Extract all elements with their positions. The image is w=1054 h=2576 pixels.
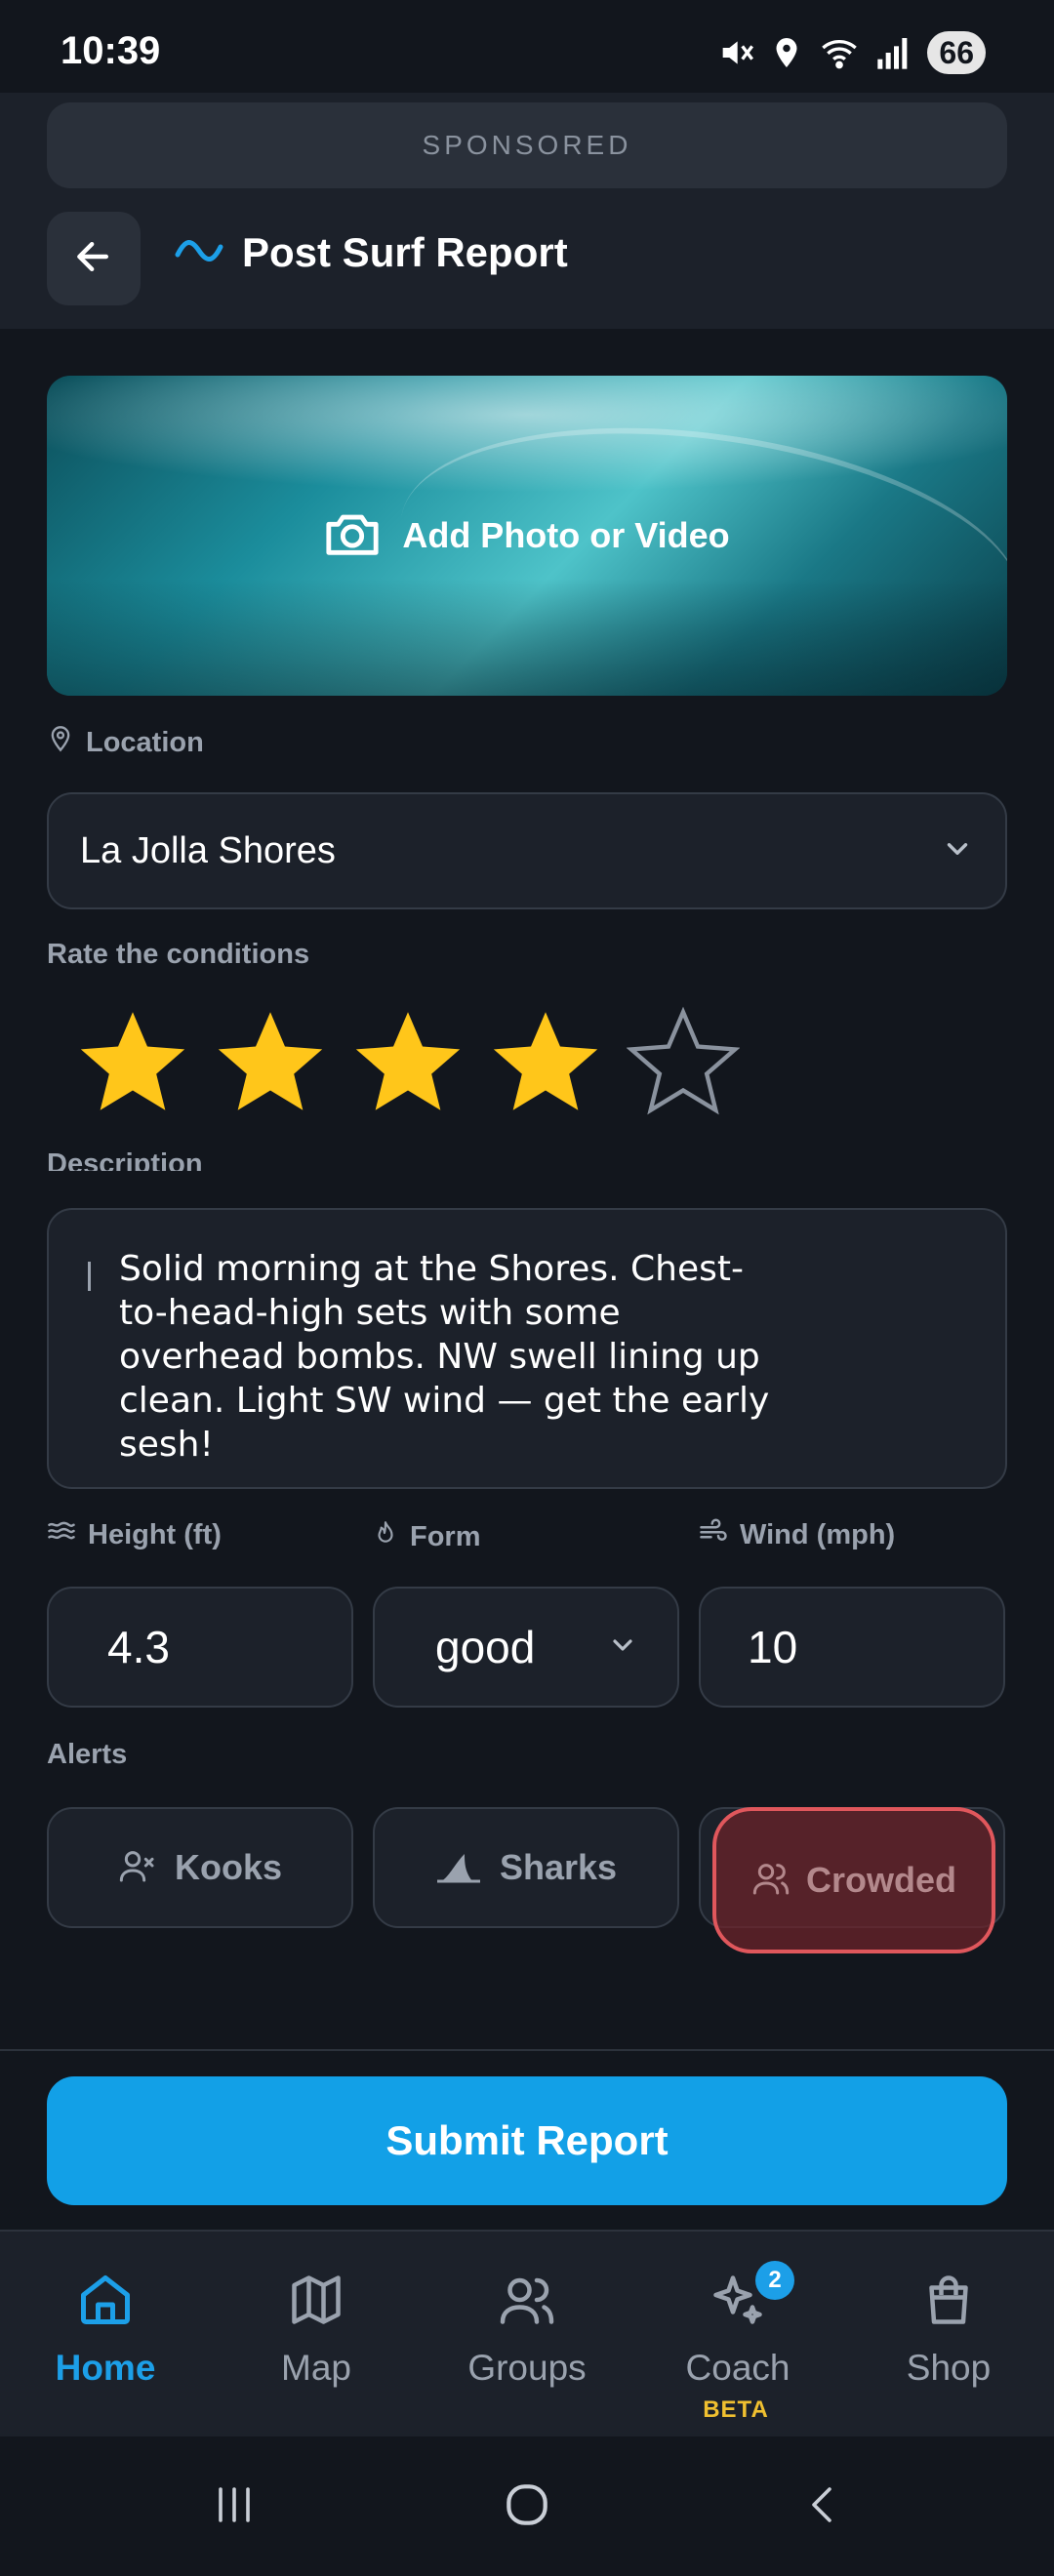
chevron-down-icon <box>941 832 974 870</box>
nav-map-label: Map <box>281 2348 351 2388</box>
home-circle-icon <box>500 2477 554 2537</box>
location-icon <box>769 33 804 72</box>
nav-shop[interactable]: Shop <box>843 2271 1054 2389</box>
form-label: Form <box>410 1520 481 1552</box>
back-chevron-icon <box>800 2481 847 2533</box>
wave-icon <box>174 233 224 273</box>
add-media-button[interactable]: Add Photo or Video <box>47 376 1007 696</box>
system-nav-bar <box>0 2436 1054 2576</box>
back-button[interactable] <box>47 212 141 305</box>
status-bar: 10:39 66 <box>0 0 1054 107</box>
users-icon <box>498 2271 556 2334</box>
nav-groups-label: Groups <box>467 2348 587 2388</box>
location-label-group: Location <box>47 724 204 761</box>
form-value: good <box>435 1622 536 1672</box>
location-label: Location <box>86 726 204 758</box>
star-4-icon[interactable] <box>489 1005 602 1118</box>
coach-badge: 2 <box>755 2261 794 2300</box>
waves-icon <box>47 1518 76 1551</box>
text-cursor <box>88 1262 91 1291</box>
map-pin-icon <box>47 724 74 761</box>
description-textarea[interactable]: Solid morning at the Shores. Chest-to-he… <box>47 1208 1007 1489</box>
star-1-icon[interactable] <box>76 1005 189 1118</box>
form-label-group: Form <box>373 1518 481 1555</box>
form-select[interactable]: good <box>373 1587 679 1708</box>
height-value: 4.3 <box>107 1622 170 1672</box>
flame-icon <box>373 1518 398 1555</box>
user-x-icon <box>118 1846 157 1890</box>
alert-sharks-button[interactable]: Sharks <box>373 1807 679 1928</box>
recents-icon <box>211 2481 258 2533</box>
map-icon <box>287 2271 345 2334</box>
shark-fin-icon <box>435 1846 482 1890</box>
signal-icon <box>874 33 913 72</box>
nav-shop-label: Shop <box>906 2348 992 2388</box>
star-2-icon[interactable] <box>214 1005 327 1118</box>
wind-input[interactable]: 10 <box>699 1587 1005 1708</box>
shopping-bag-icon <box>919 2271 978 2334</box>
wind-value: 10 <box>748 1622 798 1672</box>
rating-label: Rate the conditions <box>47 939 310 970</box>
status-icons: 66 <box>716 29 986 76</box>
nav-coach[interactable]: 2 Coach <box>632 2261 843 2389</box>
height-label: Height (ft) <box>88 1518 222 1550</box>
height-label-group: Height (ft) <box>47 1518 222 1551</box>
recents-button[interactable] <box>195 2475 273 2538</box>
nav-map[interactable]: Map <box>211 2271 422 2389</box>
alert-kooks-label: Kooks <box>174 1847 283 1887</box>
sponsored-banner[interactable]: SPONSORED <box>47 102 1007 188</box>
alert-crowded-button[interactable]: Crowded <box>712 1807 995 1953</box>
media-upload[interactable]: Add Photo or Video <box>47 376 1007 696</box>
description-label: Description <box>47 1148 203 1171</box>
chevron-down-icon <box>607 1630 638 1666</box>
location-select[interactable]: La Jolla Shores <box>47 792 1007 909</box>
nav-home[interactable]: Home <box>0 2271 211 2389</box>
wind-label: Wind (mph) <box>740 1518 896 1550</box>
status-time: 10:39 <box>61 29 161 72</box>
star-3-icon[interactable] <box>351 1005 465 1118</box>
star-5-icon[interactable] <box>627 1005 740 1118</box>
star-rating[interactable] <box>76 1005 740 1118</box>
users-icon <box>751 1859 790 1903</box>
submit-report-button[interactable]: Submit Report <box>47 2076 1007 2205</box>
wind-label-group: Wind (mph) <box>699 1518 895 1551</box>
location-value: La Jolla Shores <box>80 829 336 871</box>
beta-tag: BETA <box>703 2396 769 2423</box>
divider <box>0 2049 1054 2051</box>
alert-sharks-label: Sharks <box>499 1847 618 1887</box>
mute-icon <box>716 33 755 72</box>
arrow-left-icon <box>72 235 115 283</box>
alert-kooks-button[interactable]: Kooks <box>47 1807 353 1928</box>
alert-crowded-label: Crowded <box>805 1860 956 1900</box>
home-system-button[interactable] <box>488 2475 566 2538</box>
nav-groups[interactable]: Groups <box>422 2271 632 2389</box>
page-title-group: Post Surf Report <box>174 229 568 276</box>
nav-home-label: Home <box>55 2348 156 2388</box>
page-title: Post Surf Report <box>242 229 568 275</box>
height-input[interactable]: 4.3 <box>47 1587 353 1708</box>
add-media-label: Add Photo or Video <box>402 515 730 555</box>
nav-coach-label: Coach <box>685 2348 790 2388</box>
alerts-label: Alerts <box>47 1739 128 1770</box>
home-icon <box>76 2271 135 2334</box>
header: SPONSORED Post Surf Report <box>0 93 1054 329</box>
camera-icon <box>324 509 381 563</box>
wifi-icon <box>818 33 861 72</box>
description-value: Solid morning at the Shores. Chest-to-he… <box>119 1249 770 1465</box>
back-system-button[interactable] <box>785 2475 863 2538</box>
battery-icon: 66 <box>927 31 986 74</box>
bottom-nav: Home Map Groups 2 Coach Shop <box>0 2230 1054 2436</box>
wind-icon <box>699 1518 728 1551</box>
